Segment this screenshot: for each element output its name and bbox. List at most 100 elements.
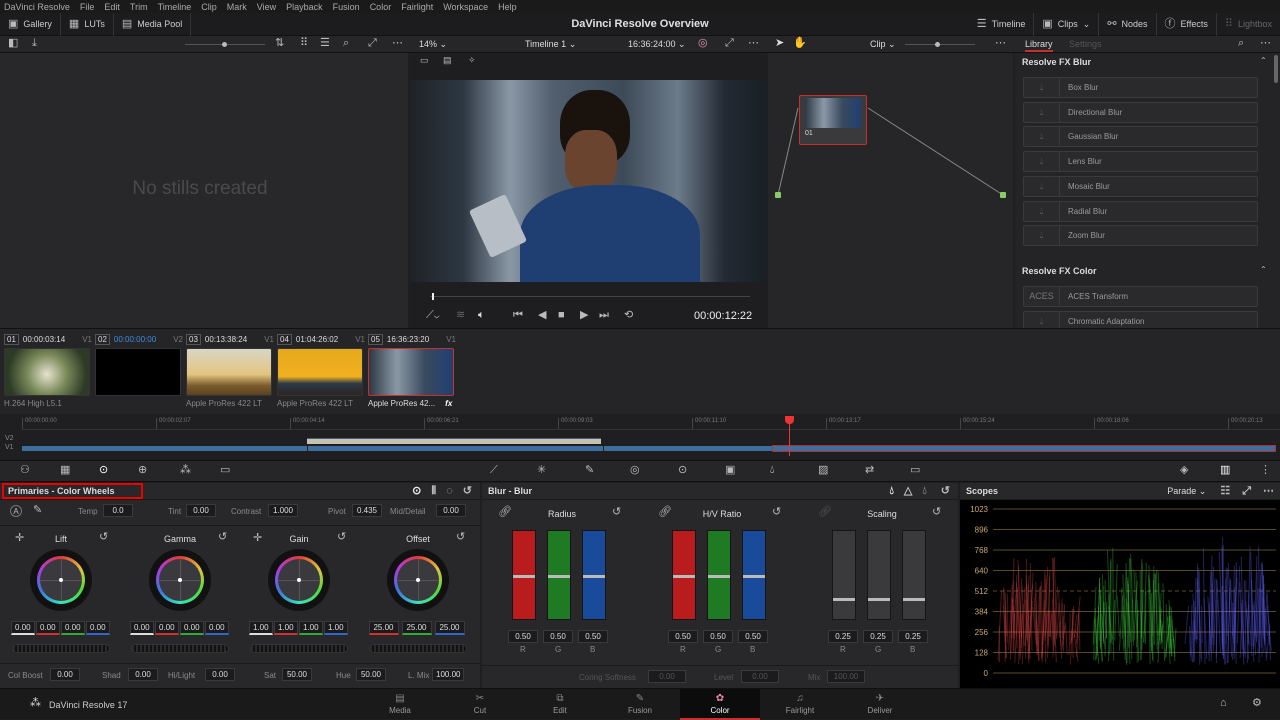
menu-fairlight[interactable]: Fairlight bbox=[401, 2, 433, 12]
wheel-value-input[interactable]: 0.00 bbox=[155, 621, 179, 635]
scope-settings-icon[interactable]: ☷ bbox=[1220, 486, 1230, 497]
key-icon[interactable]: ▨ bbox=[818, 465, 828, 476]
blur-value-input[interactable]: 0.50 bbox=[738, 630, 768, 643]
auto-balance-icon[interactable]: A bbox=[10, 505, 22, 517]
param-input-sat[interactable]: 50.00 bbox=[282, 668, 312, 681]
fullscreen-icon[interactable]: ⤢ bbox=[725, 38, 734, 49]
param-input-shad[interactable]: 0.00 bbox=[128, 668, 158, 681]
grid-view-icon[interactable]: ⠿ bbox=[300, 38, 308, 49]
library-search-icon[interactable]: ⌕ bbox=[1238, 38, 1244, 49]
blur-value-input[interactable]: 0.25 bbox=[863, 630, 893, 643]
import-icon[interactable]: ⤓ bbox=[32, 38, 37, 49]
skip-start-icon[interactable]: ⏮ bbox=[513, 310, 523, 321]
mid-detail-input[interactable]: 0.00 bbox=[436, 504, 466, 517]
tab-library[interactable]: Library bbox=[1025, 39, 1053, 52]
scrubber[interactable] bbox=[430, 296, 750, 297]
contrast-input[interactable]: 1.000 bbox=[268, 504, 298, 517]
blur-slider[interactable] bbox=[512, 530, 536, 620]
wheel-value-input[interactable]: 1.00 bbox=[324, 621, 348, 635]
viewer-mode-icon[interactable]: ▭ bbox=[420, 56, 429, 65]
page-tab-deliver[interactable]: ✈Deliver bbox=[840, 689, 920, 720]
master-wheel-offset[interactable] bbox=[369, 644, 467, 653]
blur-value-input[interactable]: 0.50 bbox=[703, 630, 733, 643]
menu-help[interactable]: Help bbox=[498, 2, 517, 12]
white-balance-picker-icon[interactable]: ✎ bbox=[33, 505, 42, 516]
clip-thumbnail-01[interactable]: 0100:00:03:14V1H.264 High L5.1 bbox=[4, 333, 92, 408]
tab-settings[interactable]: Settings bbox=[1069, 39, 1102, 49]
effect-item[interactable]: 💧︎Mosaic Blur bbox=[1023, 176, 1258, 197]
blur-slider[interactable] bbox=[742, 530, 766, 620]
library-scrollbar[interactable] bbox=[1274, 55, 1278, 83]
menu-davinci-resolve[interactable]: DaVinci Resolve bbox=[4, 2, 70, 12]
sizing-icon[interactable]: ⇄ bbox=[865, 465, 874, 476]
tracker-icon[interactable]: ⊙ bbox=[678, 465, 687, 476]
menu-playback[interactable]: Playback bbox=[286, 2, 323, 12]
menu-edit[interactable]: Edit bbox=[104, 2, 120, 12]
mist-tab-icon[interactable]: 💧︎ bbox=[922, 486, 926, 497]
blur-value-input[interactable]: 0.25 bbox=[828, 630, 858, 643]
wheel-value-input[interactable]: 0.00 bbox=[205, 621, 229, 635]
wheel-value-input[interactable]: 0.00 bbox=[180, 621, 204, 635]
play-icon[interactable]: ▶ bbox=[580, 310, 588, 321]
library-section-title[interactable]: Resolve FX Color bbox=[1022, 266, 1097, 276]
magic-mask-icon[interactable]: ▣ bbox=[725, 465, 735, 476]
eyedropper-icon[interactable]: ⟋⌄ bbox=[426, 310, 440, 321]
effect-item[interactable]: 💧︎Gaussian Blur bbox=[1023, 126, 1258, 147]
wheel-value-input[interactable]: 25.00 bbox=[402, 621, 432, 635]
color-wheel-lift[interactable] bbox=[30, 549, 92, 611]
group-reset-icon[interactable]: ↺ bbox=[612, 507, 621, 518]
split-view-icon[interactable]: ▤ bbox=[443, 56, 452, 65]
color-match-icon[interactable]: ▦ bbox=[60, 465, 70, 476]
param-input-lmix[interactable]: 100.00 bbox=[432, 668, 464, 681]
blur-slider[interactable] bbox=[582, 530, 606, 620]
3d-icon[interactable]: ▭ bbox=[910, 465, 920, 476]
group-reset-icon[interactable]: ↺ bbox=[772, 507, 781, 518]
scope-expand-icon[interactable]: ⤢ bbox=[1242, 486, 1251, 497]
menu-fusion[interactable]: Fusion bbox=[333, 2, 360, 12]
menu-workspace[interactable]: Workspace bbox=[443, 2, 488, 12]
sharpen-tab-icon[interactable]: △ bbox=[904, 486, 912, 497]
skip-end-icon[interactable]: ⏭ bbox=[599, 310, 609, 321]
viewer-more-icon[interactable]: ⋯ bbox=[748, 38, 759, 49]
page-tab-edit[interactable]: ⧉Edit bbox=[520, 689, 600, 720]
wheel-reset-icon[interactable]: ↺ bbox=[99, 532, 108, 543]
play-reverse-icon[interactable]: ◀ bbox=[538, 310, 546, 321]
v2-clip[interactable] bbox=[307, 438, 601, 444]
wheel-value-input[interactable]: 25.00 bbox=[435, 621, 465, 635]
picker-crosshair-icon[interactable]: ✛ bbox=[15, 533, 24, 544]
loop-icon[interactable]: ⟲ bbox=[624, 310, 633, 321]
link-icon[interactable]: 🔗︎ bbox=[498, 507, 512, 518]
node-zoom-slider[interactable] bbox=[905, 44, 975, 45]
nodes-keyframes-icon[interactable]: ◈ bbox=[1180, 465, 1188, 476]
temp-input[interactable]: 0.0 bbox=[103, 504, 133, 517]
thumbnail-size-slider[interactable] bbox=[185, 44, 265, 45]
page-tab-media[interactable]: ▤Media bbox=[360, 689, 440, 720]
color-warper-icon[interactable]: ✳ bbox=[537, 465, 546, 476]
hand-icon[interactable]: ✋ bbox=[793, 38, 807, 49]
list-view-icon[interactable]: ☰ bbox=[320, 38, 330, 49]
layers-icon[interactable]: ≋ bbox=[456, 310, 465, 321]
reset-all-icon[interactable]: ↺ bbox=[463, 486, 472, 497]
master-wheel-lift[interactable] bbox=[12, 644, 110, 653]
wheel-value-input[interactable]: 0.00 bbox=[86, 621, 110, 635]
v1-clip-2[interactable] bbox=[308, 446, 603, 451]
param-input-hilight[interactable]: 0.00 bbox=[205, 668, 235, 681]
menu-view[interactable]: View bbox=[257, 2, 276, 12]
blur-value-input[interactable]: 0.50 bbox=[578, 630, 608, 643]
link-icon[interactable]: 🔗︎ bbox=[658, 507, 672, 518]
color-wheel-gain[interactable] bbox=[268, 549, 330, 611]
master-wheel-gain[interactable] bbox=[250, 644, 348, 653]
param-input-hue[interactable]: 50.00 bbox=[356, 668, 386, 681]
color-picker-icon[interactable]: ◎ bbox=[698, 38, 708, 49]
link-icon[interactable]: 🔗︎ bbox=[818, 507, 832, 518]
menu-clip[interactable]: Clip bbox=[201, 2, 217, 12]
scopes-icon[interactable]: ▥ bbox=[1220, 465, 1230, 476]
wheel-value-input[interactable]: 1.00 bbox=[249, 621, 273, 635]
v1-clip-3[interactable] bbox=[604, 446, 772, 451]
timeline-ruler[interactable]: 00:00:00:0000:00:02:0700:00:04:1400:00:0… bbox=[22, 416, 1280, 430]
curves-icon[interactable]: ⟋ bbox=[490, 465, 498, 476]
motion-effects-icon[interactable]: ▭ bbox=[220, 465, 230, 476]
node-01[interactable]: 01 bbox=[799, 95, 867, 145]
sidebar-toggle-icon[interactable]: ◧ bbox=[8, 38, 18, 49]
mix-input[interactable]: 100.00 bbox=[827, 670, 865, 683]
